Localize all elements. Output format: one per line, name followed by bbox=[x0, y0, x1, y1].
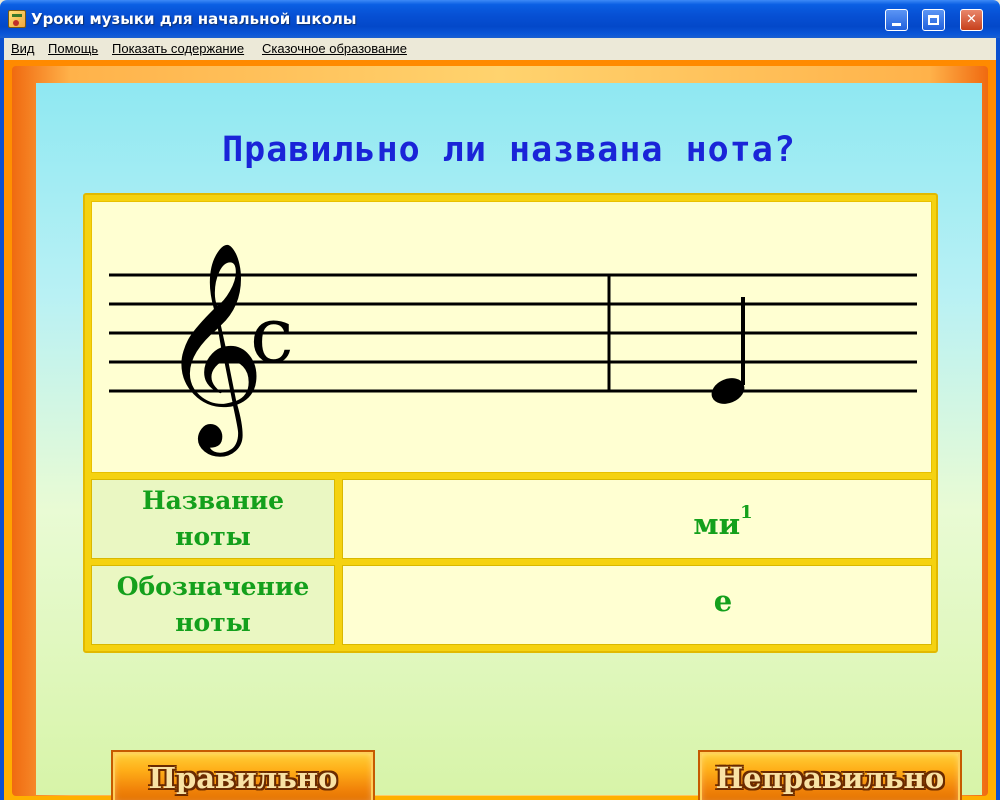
window-title: Уроки музыки для начальной школы bbox=[31, 10, 357, 28]
note-name-value: ми1 bbox=[343, 502, 1000, 541]
note-symbol-label-line1: Обозначение bbox=[116, 572, 310, 601]
menu-bar: Вид Помощь Показать содержание Сказочное… bbox=[0, 38, 1000, 60]
note-name-value-cell: ми1 bbox=[342, 479, 932, 559]
window-frame-right bbox=[996, 60, 1000, 800]
note-name-label-line1: Название bbox=[141, 486, 285, 515]
correct-button[interactable]: Правильно bbox=[111, 750, 375, 800]
time-signature: c bbox=[250, 291, 294, 381]
minimize-icon bbox=[892, 23, 901, 26]
menu-item-view[interactable]: Вид bbox=[11, 41, 35, 56]
note-symbol-label-line2: ноты bbox=[175, 608, 251, 637]
note-symbol-label: Обозначение ноты bbox=[91, 565, 335, 645]
menu-item-show-contents[interactable]: Показать содержание bbox=[112, 41, 244, 56]
quiz-board: Правильно ли названа нота? 𝄞 c Название … bbox=[36, 83, 982, 800]
quarter-note-icon bbox=[711, 297, 745, 404]
content-area: Правильно ли названа нота? 𝄞 c Название … bbox=[4, 60, 996, 800]
menu-item-fairy-education[interactable]: Сказочное образование bbox=[262, 41, 407, 56]
music-staff: 𝄞 c bbox=[109, 240, 917, 457]
note-name-text: ми bbox=[693, 507, 741, 541]
orange-frame: Правильно ли названа нота? 𝄞 c Название … bbox=[12, 66, 988, 800]
title-bar: Уроки музыки для начальной школы ✕ bbox=[0, 0, 1000, 38]
minimize-button[interactable] bbox=[885, 9, 908, 31]
app-icon bbox=[8, 10, 26, 28]
note-name-label: Название ноты bbox=[91, 479, 335, 559]
quiz-panel: 𝄞 c Название ноты ми1 Обозначение ноты e bbox=[83, 193, 938, 653]
staff-box: 𝄞 c bbox=[91, 201, 932, 473]
note-symbol-value-cell: e bbox=[342, 565, 932, 645]
note-symbol-value: e bbox=[713, 584, 733, 618]
maximize-icon bbox=[928, 15, 939, 25]
incorrect-button[interactable]: Неправильно bbox=[698, 750, 962, 800]
note-name-label-line2: ноты bbox=[175, 522, 251, 551]
note-octave-superscript: 1 bbox=[740, 502, 753, 523]
question-title: Правильно ли названа нота? bbox=[222, 130, 796, 170]
maximize-button[interactable] bbox=[922, 9, 945, 31]
close-button[interactable]: ✕ bbox=[960, 9, 983, 31]
menu-item-help[interactable]: Помощь bbox=[48, 41, 98, 56]
close-icon: ✕ bbox=[966, 12, 977, 27]
